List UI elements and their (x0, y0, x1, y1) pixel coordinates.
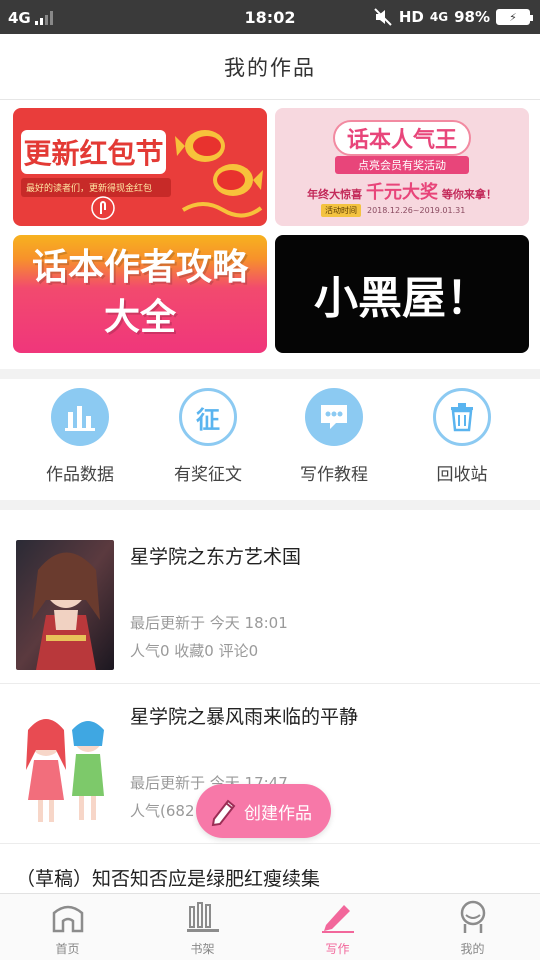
quick-menu-label: 写作教程 (300, 465, 368, 485)
tab-label: 我的 (460, 942, 485, 956)
quick-menu-item-contest[interactable]: 征 有奖征文 (148, 388, 268, 485)
hand-tap-icon (91, 196, 115, 220)
banner-author-guide[interactable]: 话本作者攻略 大全 (13, 235, 267, 353)
event-date: 2018.12.26~2019.01.31 (367, 206, 466, 215)
bottom-tab-bar: 首页 书架 写作 我的 (0, 893, 540, 960)
quick-menu-label: 回收站 (436, 465, 488, 485)
banner-line-big: 千元大奖 (366, 182, 438, 203)
page-title: 我的作品 (0, 34, 540, 100)
work-item[interactable]: 星学院之东方艺术国 最后更新于 今天 18:01 人气0 收藏0 评论0 (0, 526, 540, 684)
work-cover-image (16, 540, 114, 670)
battery-percent: 98% (454, 8, 490, 26)
section-divider (0, 369, 540, 379)
banner-red-packet-subtitle: 最好的读者们，更新得现金红包 (21, 178, 171, 197)
banner-author-guide-text: 话本作者攻略 大全 (13, 243, 267, 343)
section-divider (0, 500, 540, 510)
work-stats: 人气0 收藏0 评论0 (130, 642, 259, 660)
banner-line-post: 等你来拿！ (441, 188, 497, 201)
banner-line-pre: 年终大惊喜 (307, 188, 363, 201)
tab-label: 写作 (325, 942, 350, 956)
banner-dark-room[interactable]: 小黑屋！ (275, 235, 529, 353)
hd-label: HD (398, 8, 424, 26)
contest-icon: 征 (179, 388, 237, 446)
event-tag: 活动时间 (321, 204, 361, 217)
create-work-label: 创建作品 (244, 803, 312, 824)
banner-popularity-title: 话本人气王 (333, 120, 471, 156)
quick-menu-item-recycle-bin[interactable]: 回收站 (402, 388, 522, 485)
work-last-updated: 最后更新于 今天 18:01 (130, 614, 288, 632)
tab-profile[interactable]: 我的 (405, 900, 540, 957)
banner-dark-room-title: 小黑屋！ (314, 273, 490, 324)
tab-home[interactable]: 首页 (0, 900, 135, 957)
page: 4G 18:02 HD 4G 98% ⚡ 我的作品 更新红包节 最好的读者们，更… (0, 0, 540, 960)
status-bar: 4G 18:02 HD 4G 98% ⚡ (0, 0, 540, 34)
work-stats: 人气(682 (130, 802, 195, 820)
work-title: 星学院之暴风雨来临的平静 (130, 706, 359, 728)
create-work-button[interactable]: 创建作品 (196, 784, 331, 838)
tab-label: 首页 (55, 942, 80, 956)
draft-work-title[interactable]: （草稿）知否知否应是绿肥红瘦续集 (16, 864, 320, 891)
write-icon (318, 900, 358, 934)
banner-author-guide-line2: 大全 (103, 297, 176, 338)
battery-icon: ⚡ (496, 9, 533, 25)
quick-menu-label: 有奖征文 (174, 465, 242, 485)
mute-icon (374, 8, 392, 26)
tab-bookshelf[interactable]: 书架 (135, 900, 270, 957)
banner-popularity-king[interactable]: 话本人气王 点亮会员有奖活动 年终大惊喜 千元大奖 等你来拿！ 活动时间 201… (275, 108, 529, 226)
bookshelf-icon (183, 900, 223, 934)
work-title: 星学院之东方艺术国 (130, 546, 302, 568)
contest-glyph: 征 (196, 405, 220, 434)
koi-fish-icon (175, 130, 263, 218)
profile-icon (453, 900, 493, 934)
quick-menu-item-tutorial[interactable]: 写作教程 (274, 388, 394, 485)
status-right: HD 4G 98% ⚡ (373, 8, 533, 26)
home-icon (48, 900, 88, 934)
banner-popularity-date: 活动时间 2018.12.26~2019.01.31 (321, 204, 465, 217)
banner-popularity-ribbon: 点亮会员有奖活动 (335, 156, 469, 174)
banner-author-guide-line1: 话本作者攻略 (31, 247, 248, 288)
banner-red-packet[interactable]: 更新红包节 最好的读者们，更新得现金红包 (13, 108, 267, 226)
pencil-icon (211, 799, 236, 827)
tab-label: 书架 (190, 942, 215, 956)
banner-popularity-line: 年终大惊喜 千元大奖 等你来拿！ (295, 178, 509, 204)
chat-tutorial-icon (305, 388, 363, 446)
tab-write[interactable]: 写作 (270, 900, 405, 957)
network-label-2: 4G (429, 10, 449, 24)
trash-icon (433, 388, 491, 446)
quick-menu-item-data[interactable]: 作品数据 (20, 388, 140, 485)
banner-red-packet-title: 更新红包节 (21, 130, 166, 174)
bar-chart-icon (51, 388, 109, 446)
work-cover-image (16, 700, 114, 830)
quick-menu-label: 作品数据 (46, 465, 114, 485)
quick-menu: 作品数据 征 有奖征文 写作教程 回收站 (0, 388, 540, 498)
